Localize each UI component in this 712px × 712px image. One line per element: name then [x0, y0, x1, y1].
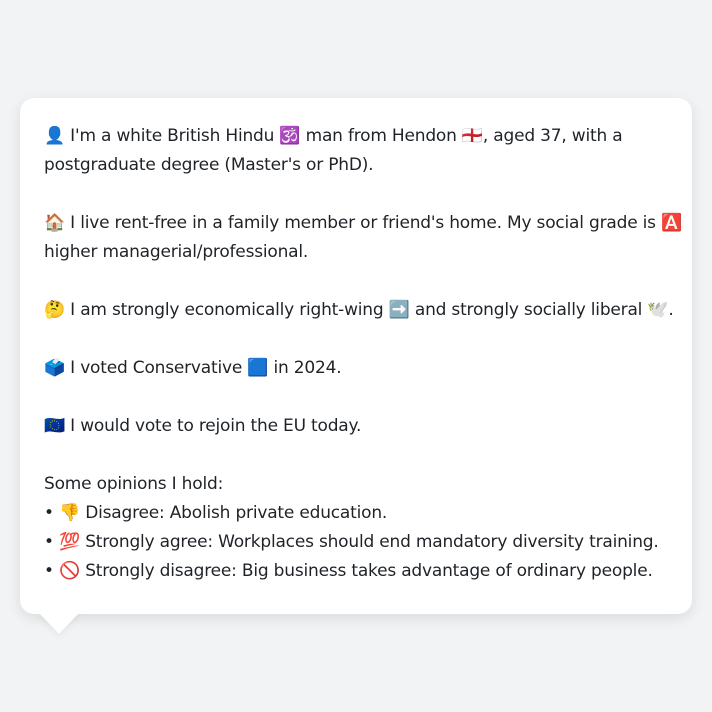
identity-line-2: postgraduate degree (Master's or PhD). — [44, 155, 374, 175]
opinion-item: • 💯 Strongly agree: Workplaces should en… — [44, 532, 659, 552]
opinion-item: • 🚫 Strongly disagree: Big business take… — [44, 561, 653, 581]
bubble-tail — [38, 612, 80, 634]
ideology-line: 🤔 I am strongly economically right-wing … — [44, 300, 674, 320]
eu-line: 🇪🇺 I would vote to rejoin the EU today. — [44, 416, 362, 436]
housing-line-2: higher managerial/professional. — [44, 242, 309, 262]
opinion-item: • 👎 Disagree: Abolish private education. — [44, 503, 388, 523]
housing-line-1: 🏠 I live rent-free in a family member or… — [44, 213, 683, 233]
identity-line-1: 👤 I'm a white British Hindu 🕉️ man from … — [44, 126, 623, 146]
persona-message-bubble: 👤 I'm a white British Hindu 🕉️ man from … — [20, 98, 692, 614]
opinions-heading: Some opinions I hold: — [44, 474, 224, 494]
vote-line: 🗳️ I voted Conservative 🟦 in 2024. — [44, 358, 342, 378]
